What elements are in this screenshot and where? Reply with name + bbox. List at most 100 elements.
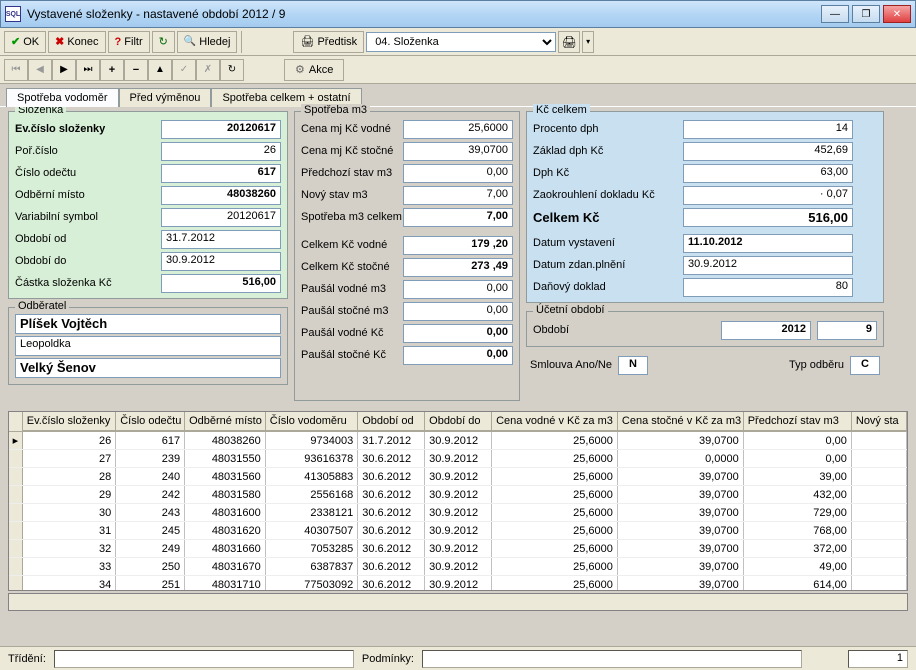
table-cell[interactable]: 25,6000: [492, 576, 618, 590]
dphproc-field[interactable]: 14: [683, 120, 853, 139]
print-icon[interactable]: [558, 31, 580, 53]
col-cenavodne[interactable]: Cena vodné v Kč za m3: [492, 412, 618, 431]
refresh-button[interactable]: [152, 31, 175, 53]
table-cell[interactable]: [852, 450, 907, 467]
table-cell[interactable]: 729,00: [744, 504, 852, 521]
table-cell[interactable]: 30.9.2012: [425, 486, 492, 503]
cenas-field[interactable]: 39,0700: [403, 142, 513, 161]
porcislo-field[interactable]: 26: [161, 142, 281, 161]
template-select[interactable]: 04. Složenka: [366, 32, 556, 52]
table-row[interactable]: 34251480317107750309230.6.201230.9.20122…: [9, 576, 907, 590]
table-cell[interactable]: 30.9.2012: [425, 576, 492, 590]
vs-field[interactable]: 20120617: [161, 208, 281, 227]
pvkc-field[interactable]: 0,00: [403, 324, 513, 343]
table-cell[interactable]: 39,0700: [618, 522, 744, 539]
hledej-button[interactable]: Hledej: [177, 31, 238, 53]
table-cell[interactable]: 249: [116, 540, 185, 557]
data-grid[interactable]: Ev.číslo složenky Číslo odečtu Odběrné m…: [8, 411, 908, 591]
table-row[interactable]: 2924248031580255616830.6.201230.9.201225…: [9, 486, 907, 504]
table-cell[interactable]: 77503092: [266, 576, 358, 590]
table-row[interactable]: 31245480316204030750730.6.201230.9.20122…: [9, 522, 907, 540]
table-cell[interactable]: 768,00: [744, 522, 852, 539]
table-cell[interactable]: 25,6000: [492, 522, 618, 539]
table-cell[interactable]: 48031560: [185, 468, 266, 485]
odberatel-city[interactable]: Velký Šenov: [15, 358, 281, 378]
table-cell[interactable]: [852, 504, 907, 521]
table-row[interactable]: 3024348031600233812130.6.201230.9.201225…: [9, 504, 907, 522]
print-dropdown[interactable]: [582, 31, 594, 53]
table-row[interactable]: 28240480315604130588330.6.201230.9.20122…: [9, 468, 907, 486]
pvm3-field[interactable]: 0,00: [403, 280, 513, 299]
table-cell[interactable]: 28: [23, 468, 116, 485]
odberatel-name[interactable]: Plíšek Vojtěch: [15, 314, 281, 334]
table-cell[interactable]: 25,6000: [492, 468, 618, 485]
table-cell[interactable]: 26: [23, 432, 116, 449]
evcislo-field[interactable]: 20120617: [161, 120, 281, 139]
table-cell[interactable]: 48031600: [185, 504, 266, 521]
obddo-field[interactable]: 30.9.2012: [161, 252, 281, 271]
table-cell[interactable]: 25,6000: [492, 486, 618, 503]
col-evcislo[interactable]: Ev.číslo složenky: [23, 412, 116, 431]
col-obdod[interactable]: Období od: [358, 412, 425, 431]
table-cell[interactable]: 242: [116, 486, 185, 503]
cisloodectu-field[interactable]: 617: [161, 164, 281, 183]
cenav-field[interactable]: 25,6000: [403, 120, 513, 139]
celkemm3-field[interactable]: 7,00: [403, 208, 513, 227]
table-cell[interactable]: 48031550: [185, 450, 266, 467]
table-cell[interactable]: 30.9.2012: [425, 522, 492, 539]
nav-delete[interactable]: −: [124, 59, 148, 81]
celkems-field[interactable]: 273 ,49: [403, 258, 513, 277]
table-cell[interactable]: 240: [116, 468, 185, 485]
nav-prev[interactable]: ◀: [28, 59, 52, 81]
celkem-field[interactable]: 516,00: [683, 208, 853, 227]
table-cell[interactable]: 7053285: [266, 540, 358, 557]
table-cell[interactable]: [852, 540, 907, 557]
table-row[interactable]: 3325048031670638783730.6.201230.9.201225…: [9, 558, 907, 576]
filtr-button[interactable]: Filtr: [108, 31, 150, 53]
table-cell[interactable]: 25,6000: [492, 540, 618, 557]
table-cell[interactable]: 29: [23, 486, 116, 503]
table-cell[interactable]: [852, 468, 907, 485]
table-cell[interactable]: [852, 576, 907, 590]
table-cell[interactable]: 30: [23, 504, 116, 521]
table-cell[interactable]: 239: [116, 450, 185, 467]
table-cell[interactable]: 31: [23, 522, 116, 539]
table-cell[interactable]: 30.6.2012: [358, 558, 425, 575]
col-cenastocne[interactable]: Cena stočné v Kč za m3: [618, 412, 744, 431]
nav-last[interactable]: ⏭: [76, 59, 100, 81]
col-cisloodectu[interactable]: Číslo odečtu: [116, 412, 185, 431]
table-cell[interactable]: 432,00: [744, 486, 852, 503]
table-cell[interactable]: 0,00: [744, 432, 852, 449]
table-cell[interactable]: 2556168: [266, 486, 358, 503]
table-cell[interactable]: 30.6.2012: [358, 450, 425, 467]
table-cell[interactable]: 40307507: [266, 522, 358, 539]
table-cell[interactable]: 0,0000: [618, 450, 744, 467]
table-cell[interactable]: 30.9.2012: [425, 450, 492, 467]
zaklad-field[interactable]: 452,69: [683, 142, 853, 161]
odberatel-street[interactable]: Leopoldka: [15, 336, 281, 356]
nav-edit[interactable]: ▲: [148, 59, 172, 81]
maximize-button[interactable]: ❐: [852, 5, 880, 23]
table-cell[interactable]: [852, 486, 907, 503]
col-vodomeru[interactable]: Číslo vodoměru: [266, 412, 358, 431]
table-cell[interactable]: 372,00: [744, 540, 852, 557]
konec-button[interactable]: Konec: [48, 31, 105, 53]
table-cell[interactable]: [852, 432, 907, 449]
table-cell[interactable]: 39,0700: [618, 504, 744, 521]
col-novystav[interactable]: Nový sta: [852, 412, 907, 431]
table-cell[interactable]: 32: [23, 540, 116, 557]
table-cell[interactable]: 48031580: [185, 486, 266, 503]
castka-field[interactable]: 516,00: [161, 274, 281, 293]
table-cell[interactable]: 30.6.2012: [358, 522, 425, 539]
table-cell[interactable]: [852, 522, 907, 539]
table-cell[interactable]: 30.9.2012: [425, 558, 492, 575]
table-cell[interactable]: [852, 558, 907, 575]
table-cell[interactable]: 39,0700: [618, 576, 744, 590]
trideni-field[interactable]: [54, 650, 354, 668]
nav-reload[interactable]: ↻: [220, 59, 244, 81]
table-cell[interactable]: 48031620: [185, 522, 266, 539]
obdod-field[interactable]: 31.7.2012: [161, 230, 281, 249]
table-cell[interactable]: 48031710: [185, 576, 266, 590]
nav-confirm[interactable]: ✓: [172, 59, 196, 81]
smlouva-field[interactable]: N: [618, 356, 648, 375]
